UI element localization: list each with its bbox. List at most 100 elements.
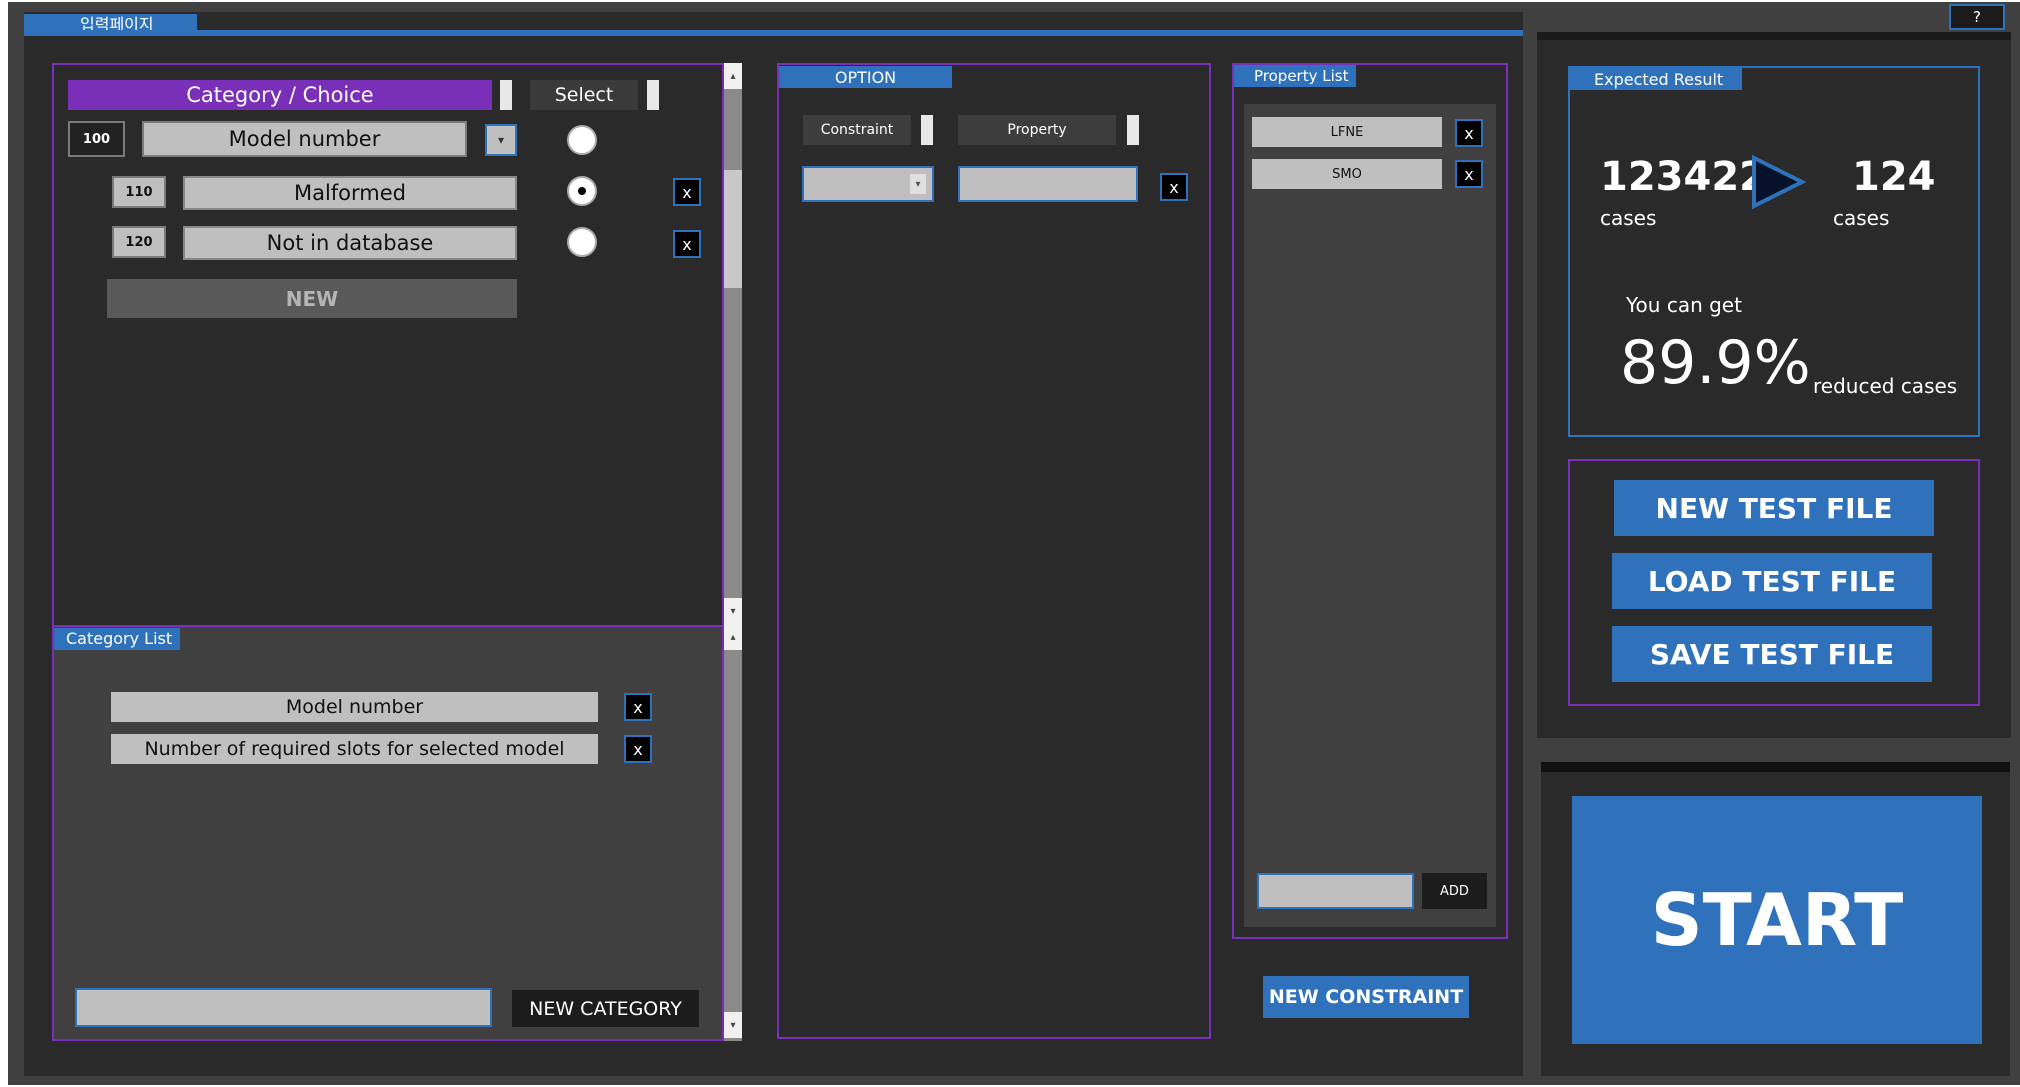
category-choice-header-label: Category / Choice bbox=[186, 83, 374, 107]
chevron-up-icon: ▴ bbox=[730, 70, 736, 82]
category-select-radio[interactable] bbox=[567, 125, 597, 155]
property-input[interactable] bbox=[958, 166, 1138, 202]
load-test-file-button[interactable]: LOAD TEST FILE bbox=[1612, 553, 1932, 609]
close-icon: x bbox=[633, 739, 643, 759]
scroll-down-button-upper[interactable]: ▾ bbox=[724, 598, 742, 624]
property-add-input[interactable] bbox=[1257, 873, 1414, 909]
help-button[interactable]: ? bbox=[1949, 4, 2005, 30]
choice-id-120: 120 bbox=[112, 226, 166, 258]
option-panel bbox=[777, 63, 1211, 1039]
delete-choice-malformed-button[interactable]: x bbox=[673, 178, 701, 206]
option-title: OPTION bbox=[779, 66, 952, 88]
start-panel-top-edge bbox=[1541, 762, 2010, 772]
close-icon: x bbox=[682, 234, 692, 254]
close-icon: x bbox=[633, 697, 643, 717]
load-test-file-label: LOAD TEST FILE bbox=[1647, 564, 1897, 598]
scrollbar-thumb-top[interactable] bbox=[724, 170, 742, 288]
start-button[interactable]: START bbox=[1572, 796, 1982, 1044]
save-test-file-label: SAVE TEST FILE bbox=[1649, 637, 1895, 671]
save-test-file-button[interactable]: SAVE TEST FILE bbox=[1612, 626, 1932, 682]
new-constraint-button[interactable]: NEW CONSTRAINT bbox=[1263, 976, 1469, 1018]
category-list-panel bbox=[52, 627, 724, 1041]
property-header-label: Property bbox=[1007, 122, 1067, 138]
close-icon: x bbox=[1169, 177, 1179, 197]
category-choice-header: Category / Choice bbox=[68, 80, 492, 110]
new-choice-label: NEW bbox=[285, 286, 339, 311]
category-list-item-required-slots[interactable]: Number of required slots for selected mo… bbox=[111, 734, 598, 764]
property-resize-handle[interactable] bbox=[1127, 115, 1139, 145]
header-resize-handle[interactable] bbox=[500, 80, 512, 110]
category-name-label: Model number bbox=[228, 127, 381, 151]
delete-property-lfne-button[interactable]: x bbox=[1455, 119, 1483, 147]
property-item-lfne[interactable]: LFNE bbox=[1252, 117, 1442, 147]
new-category-label: NEW CATEGORY bbox=[529, 997, 682, 1020]
choice-name-field-not-in-database[interactable]: Not in database bbox=[183, 226, 517, 260]
property-list-title: Property List bbox=[1234, 65, 1356, 87]
scroll-up-button-lower[interactable]: ▴ bbox=[724, 624, 742, 650]
choice-select-radio-not-in-database[interactable] bbox=[567, 227, 597, 257]
choice-select-radio-malformed[interactable] bbox=[567, 176, 597, 206]
help-label: ? bbox=[1973, 8, 1981, 26]
close-icon: x bbox=[682, 182, 692, 202]
property-item-smo[interactable]: SMO bbox=[1252, 159, 1442, 189]
results-panel-top-edge bbox=[1537, 32, 2011, 40]
category-list-item-label: Model number bbox=[285, 696, 424, 718]
new-test-file-button[interactable]: NEW TEST FILE bbox=[1614, 480, 1934, 536]
reduced-cases-text: reduced cases bbox=[1813, 374, 1957, 398]
delete-choice-not-in-database-button[interactable]: x bbox=[673, 230, 701, 258]
new-category-input[interactable] bbox=[75, 988, 492, 1027]
constraint-header: Constraint bbox=[803, 115, 911, 145]
new-constraint-label: NEW CONSTRAINT bbox=[1268, 986, 1464, 1008]
expected-result-title-label: Expected Result bbox=[1594, 69, 1724, 89]
new-choice-button[interactable]: NEW bbox=[107, 279, 517, 318]
you-can-get-text: You can get bbox=[1626, 293, 1742, 317]
scroll-down-button[interactable]: ▾ bbox=[724, 1012, 742, 1038]
delete-category-model-number-button[interactable]: x bbox=[624, 693, 652, 721]
chevron-down-icon: ▾ bbox=[730, 1019, 736, 1031]
property-header: Property bbox=[958, 115, 1116, 145]
property-item-label: SMO bbox=[1332, 166, 1362, 182]
start-label: START bbox=[1650, 878, 1904, 962]
after-unit-label: cases bbox=[1833, 206, 1890, 230]
property-list-body bbox=[1244, 104, 1496, 927]
option-title-label: OPTION bbox=[834, 67, 897, 87]
choice-id-label: 110 bbox=[125, 184, 153, 200]
category-id-label: 100 bbox=[82, 131, 111, 147]
dropdown-glyph: ▾ bbox=[915, 178, 921, 190]
choice-name-field-malformed[interactable]: Malformed bbox=[183, 176, 517, 210]
scroll-up-button[interactable]: ▴ bbox=[724, 63, 742, 89]
constraint-header-label: Constraint bbox=[820, 122, 894, 138]
category-list-title: Category List bbox=[54, 628, 180, 650]
before-count-value: 123422 bbox=[1600, 154, 1767, 200]
choice-id-110: 110 bbox=[112, 176, 166, 208]
arrow-right-icon bbox=[1752, 154, 1806, 210]
choice-id-label: 120 bbox=[125, 234, 153, 250]
add-property-label: ADD bbox=[1440, 883, 1469, 899]
before-count: 123422 bbox=[1600, 154, 1767, 200]
delete-option-button[interactable]: x bbox=[1160, 173, 1188, 201]
chevron-down-icon: ▾ bbox=[497, 133, 505, 147]
select-header-label: Select bbox=[554, 84, 614, 106]
before-unit: cases bbox=[1600, 206, 1656, 230]
delete-category-required-slots-button[interactable]: x bbox=[624, 735, 652, 763]
property-list-title-label: Property List bbox=[1254, 67, 1349, 85]
category-list-item-model-number[interactable]: Model number bbox=[111, 692, 598, 722]
new-test-file-label: NEW TEST FILE bbox=[1655, 491, 1893, 525]
chevron-up-icon: ▴ bbox=[730, 631, 736, 643]
new-category-button[interactable]: NEW CATEGORY bbox=[512, 990, 699, 1027]
category-list-title-label: Category List bbox=[66, 629, 173, 648]
constraint-resize-handle[interactable] bbox=[921, 115, 933, 145]
you-can-get-label: You can get bbox=[1626, 293, 1742, 317]
select-header: Select bbox=[530, 80, 638, 110]
category-dropdown-button[interactable]: ▾ bbox=[485, 124, 517, 156]
chevron-down-icon: ▾ bbox=[910, 174, 926, 194]
constraint-dropdown[interactable]: ▾ bbox=[802, 166, 934, 202]
reduction-percent: 89.9% bbox=[1620, 328, 1811, 398]
category-name-field[interactable]: Model number bbox=[142, 121, 467, 157]
delete-property-smo-button[interactable]: x bbox=[1455, 160, 1483, 188]
after-count: 124 bbox=[1852, 154, 1936, 200]
category-id: 100 bbox=[68, 121, 125, 157]
select-resize-handle[interactable] bbox=[647, 80, 659, 110]
choice-name-label: Not in database bbox=[266, 231, 434, 255]
add-property-button[interactable]: ADD bbox=[1422, 873, 1487, 909]
